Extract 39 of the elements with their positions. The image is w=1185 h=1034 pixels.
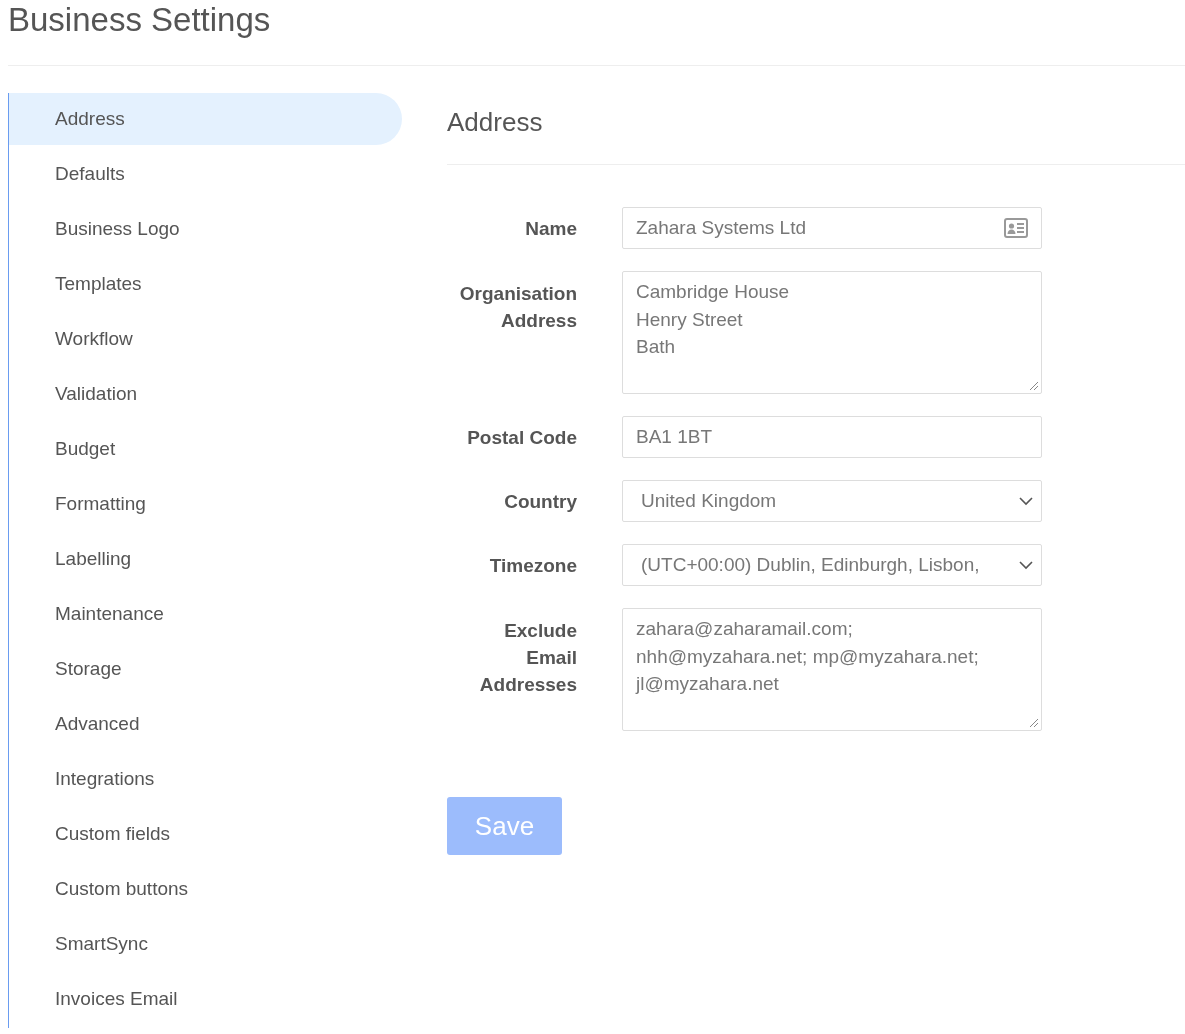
chevron-down-icon bbox=[1019, 496, 1033, 506]
dropdown-field[interactable]: (UTC+00:00) Dublin, Edinburgh, Lisbon, bbox=[622, 544, 1042, 586]
section-title: Address bbox=[447, 106, 544, 139]
sidebar-item[interactable]: Storage bbox=[9, 643, 402, 695]
field-label: Country bbox=[503, 490, 577, 514]
sidebar-item[interactable]: Maintenance bbox=[9, 588, 402, 640]
text-input-field[interactable]: BA1 1BT bbox=[622, 416, 1042, 458]
field-label: Postal Code bbox=[466, 426, 577, 450]
sidebar-item[interactable]: Workflow bbox=[9, 313, 402, 365]
sidebar-item[interactable]: Templates bbox=[9, 258, 402, 310]
sidebar-item[interactable]: Address bbox=[9, 93, 402, 145]
sidebar-item[interactable]: Advanced bbox=[9, 698, 402, 750]
page-title: Business Settings bbox=[8, 0, 272, 40]
sidebar-item[interactable]: Defaults bbox=[9, 148, 402, 200]
sidebar-item[interactable]: Formatting bbox=[9, 478, 402, 530]
field-label: Address bbox=[499, 309, 577, 333]
chevron-down-icon bbox=[1019, 560, 1033, 570]
textarea-field[interactable]: zahara@zaharamail.com; nhh@myzahara.net; mp@myzahara.net; jl@myzahara.net bbox=[622, 608, 1042, 731]
field-label: Exclude bbox=[503, 619, 577, 643]
field-label: Timezone bbox=[488, 554, 577, 578]
sidebar-item[interactable]: Integrations bbox=[9, 753, 402, 805]
sidebar-item[interactable]: Business Logo bbox=[9, 203, 402, 255]
sidebar-item[interactable]: Custom buttons bbox=[9, 863, 402, 915]
sidebar-item[interactable]: Labelling bbox=[9, 533, 402, 585]
field-label: Organisation bbox=[458, 282, 577, 306]
sidebar-item[interactable]: Validation bbox=[9, 368, 402, 420]
id-card-icon bbox=[1004, 218, 1028, 238]
sidebar-item[interactable]: SmartSync bbox=[9, 918, 402, 970]
field-label: Email bbox=[525, 646, 577, 670]
textarea-field[interactable]: Cambridge House Henry Street Bath bbox=[622, 271, 1042, 394]
field-label: Addresses bbox=[478, 673, 577, 697]
resize-handle-icon[interactable] bbox=[1027, 716, 1039, 728]
sidebar-item[interactable]: Invoices Email bbox=[9, 973, 402, 1025]
resize-handle-icon[interactable] bbox=[1027, 379, 1039, 391]
field-label: Name bbox=[524, 217, 577, 241]
dropdown-field[interactable]: United Kingdom bbox=[622, 480, 1042, 522]
text-input-field[interactable]: Zahara Systems Ltd bbox=[622, 207, 1042, 249]
sidebar-item[interactable]: Budget bbox=[9, 423, 402, 475]
sidebar-item[interactable]: Custom fields bbox=[9, 808, 402, 860]
